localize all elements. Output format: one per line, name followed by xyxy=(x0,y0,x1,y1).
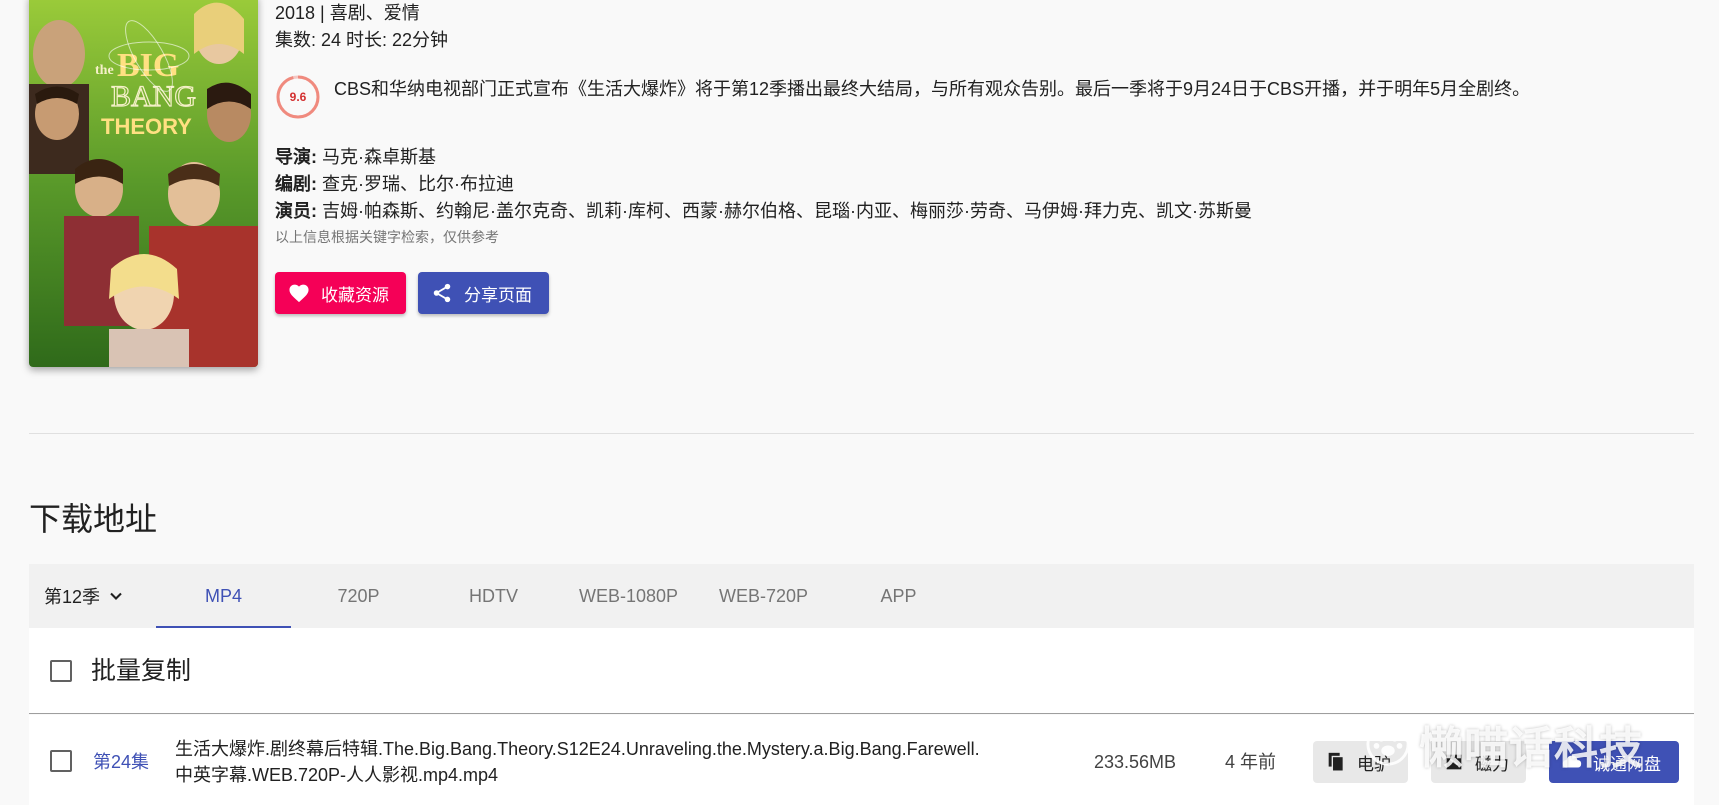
director-line: 导演: 马克·森卓斯基 xyxy=(275,144,1252,171)
episodes-duration: 集数: 24 时长: 22分钟 xyxy=(275,30,449,50)
description: CBS和华纳电视部门正式宣布《生活大爆炸》将于第12季播出最终大结局，与所有观众… xyxy=(334,79,1531,99)
tab-hdtv[interactable]: HDTV xyxy=(426,564,561,628)
share-button[interactable]: 分享页面 xyxy=(418,272,549,314)
tab-720p[interactable]: 720P xyxy=(291,564,426,628)
score-ring: 9.6 xyxy=(275,74,321,120)
score-value: 9.6 xyxy=(289,90,307,104)
poster-title-theory: THEORY xyxy=(101,114,192,139)
director-label: 导演: xyxy=(275,147,317,167)
table-row: 第24集 生活大爆炸.剧终幕后特辑.The.Big.Bang.Theory.S1… xyxy=(29,715,1694,805)
batch-copy-checkbox[interactable] xyxy=(50,660,72,682)
cast-value: 吉姆·帕森斯、约翰尼·盖尔克奇、凯莉·库柯、西蒙·赫尔伯格、昆瑙·内亚、梅丽莎·… xyxy=(322,201,1252,221)
ed2k-label: 电驴 xyxy=(1357,754,1391,774)
poster-title-the: the xyxy=(95,63,114,78)
cast-label: 演员: xyxy=(275,201,317,221)
writer-line: 编剧: 查克·罗瑞、比尔·布拉迪 xyxy=(275,171,1252,198)
writer-label: 编剧: xyxy=(275,174,317,194)
heart-icon xyxy=(287,281,311,305)
tab-web-1080p[interactable]: WEB-1080P xyxy=(561,564,696,628)
action-buttons: 收藏资源 分享页面 xyxy=(275,272,549,314)
download-section-title: 下载地址 xyxy=(29,501,158,537)
info-disclaimer: 以上信息根据关键字检索，仅供参考 xyxy=(275,229,499,245)
row-checkbox[interactable] xyxy=(50,750,72,772)
section-divider xyxy=(29,433,1694,434)
magnet-button[interactable]: 磁力 xyxy=(1431,741,1526,783)
magnet-label: 磁力 xyxy=(1475,754,1509,774)
poster-image: the BIG BANG THEORY xyxy=(29,0,258,367)
chevron-down-icon xyxy=(110,592,122,600)
favorite-label: 收藏资源 xyxy=(321,285,389,305)
copy-icon xyxy=(1328,752,1345,772)
tab-web-720p[interactable]: WEB-720P xyxy=(696,564,831,628)
batch-copy-row: 批量复制 xyxy=(29,628,1694,714)
writer-value: 查克·罗瑞、比尔·布拉迪 xyxy=(322,174,515,194)
batch-copy-label: 批量复制 xyxy=(91,657,192,685)
file-name-line2: 中英字幕.WEB.720P-人人影视.mp4.mp4 xyxy=(175,765,499,785)
credits: 导演: 马克·森卓斯基 编剧: 查克·罗瑞、比尔·布拉迪 演员: 吉姆·帕森斯、… xyxy=(275,144,1252,248)
ed2k-button[interactable]: 电驴 xyxy=(1313,741,1408,783)
cloud-icon xyxy=(1562,755,1582,768)
episode-link[interactable]: 第24集 xyxy=(93,749,149,775)
share-label: 分享页面 xyxy=(464,285,532,305)
format-tabbar: 第12季 MP4 720P HDTV WEB-1080P WEB-720P AP… xyxy=(29,564,1694,628)
share-icon xyxy=(430,281,454,305)
tab-mp4[interactable]: MP4 xyxy=(156,564,291,628)
cast-line: 演员: 吉姆·帕森斯、约翰尼·盖尔克奇、凯莉·库柯、西蒙·赫尔伯格、昆瑙·内亚、… xyxy=(275,198,1252,225)
director-value: 马克·森卓斯基 xyxy=(322,147,437,167)
file-name: 生活大爆炸.剧终幕后特辑.The.Big.Bang.Theory.S12E24.… xyxy=(175,736,1075,788)
file-size: 233.56MB xyxy=(1094,752,1177,772)
cloud-drive-label: 诚通网盘 xyxy=(1593,754,1661,774)
year-genre: 2018 | 喜剧、爱情 xyxy=(275,3,420,23)
info-panel: 2018 | 喜剧、爱情 集数: 24 时长: 22分钟 9.6 CBS和华纳电… xyxy=(275,0,1675,314)
magnet-icon xyxy=(1446,754,1462,770)
favorite-button[interactable]: 收藏资源 xyxy=(275,272,406,314)
season-value: 第12季 xyxy=(44,587,101,607)
tab-app[interactable]: APP xyxy=(831,564,966,628)
file-name-line1: 生活大爆炸.剧终幕后特辑.The.Big.Bang.Theory.S12E24.… xyxy=(175,739,980,759)
page: the BIG BANG THEORY 2018 | 喜剧、爱情 集数: 24 … xyxy=(0,0,1719,805)
cloud-drive-button[interactable]: 诚通网盘 xyxy=(1549,741,1679,783)
file-age: 4 年前 xyxy=(1225,752,1277,772)
description-row: 9.6 CBS和华纳电视部门正式宣布《生活大爆炸》将于第12季播出最终大结局，与… xyxy=(275,74,1530,120)
season-select[interactable]: 第12季 xyxy=(44,564,126,628)
